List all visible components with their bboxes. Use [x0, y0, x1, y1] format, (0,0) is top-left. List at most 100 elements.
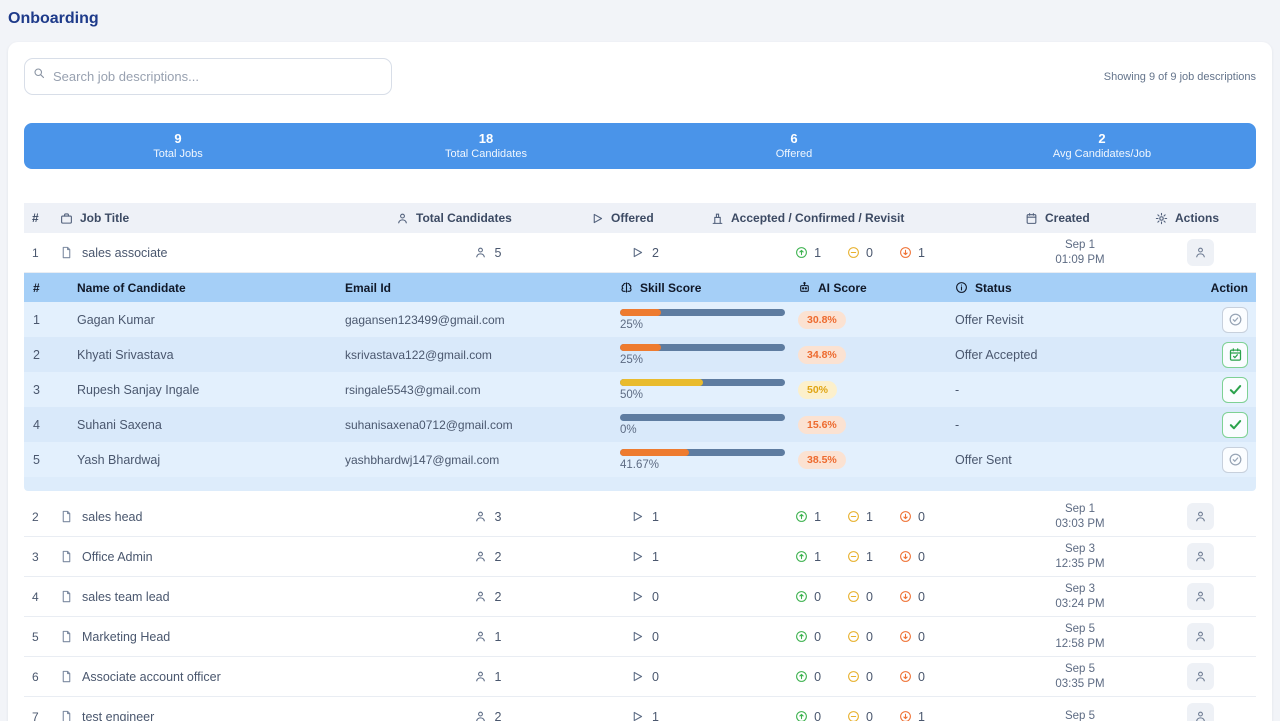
view-candidates-button[interactable] [1187, 543, 1214, 570]
accepted-count: 0 [814, 710, 821, 721]
header-total-candidates-label: Total Candidates [416, 211, 512, 225]
job-acr-cell: 0 0 0 [705, 630, 1015, 644]
minus-circle-icon [847, 510, 860, 523]
candidates-subtable: # Name of Candidate Email Id Skill Score… [24, 273, 1256, 491]
accepted-count-item: 0 [795, 590, 821, 604]
stat-value: 2 [948, 131, 1256, 147]
job-offered-cell: 1 [585, 510, 705, 524]
jobs-table-body: 1 sales associate 5 2 1 0 1 [24, 233, 1256, 721]
approve-button[interactable] [1222, 412, 1248, 438]
send-icon [591, 212, 604, 225]
approve-button[interactable] [1222, 377, 1248, 403]
job-row-num: 4 [24, 590, 54, 604]
send-icon [631, 710, 644, 721]
robot-icon [798, 281, 811, 294]
view-candidates-button[interactable] [1187, 583, 1214, 610]
candidate-email: yashbhardwj147@gmail.com [336, 453, 614, 467]
stat-value: 18 [332, 131, 640, 147]
schedule-button[interactable] [1222, 342, 1248, 368]
person-icon [1194, 590, 1207, 603]
person-icon [396, 212, 409, 225]
stat-cell: 9 Total Jobs [24, 131, 332, 161]
view-candidates-button[interactable] [1187, 663, 1214, 690]
document-icon [60, 710, 73, 721]
results-summary: Showing 9 of 9 job descriptions [1104, 71, 1256, 83]
job-title-label: sales associate [82, 246, 167, 260]
candidate-status: - [946, 383, 1192, 397]
revisit-count-item: 1 [899, 246, 925, 260]
revisit-count-item: 0 [899, 550, 925, 564]
confirmed-count: 0 [866, 630, 873, 644]
candidate-num: 4 [24, 418, 68, 432]
job-row-num: 6 [24, 670, 54, 684]
job-row[interactable]: 1 sales associate 5 2 1 0 1 [24, 233, 1256, 273]
header-num: # [24, 211, 54, 225]
job-row[interactable]: 7 test engineer 2 1 0 0 1 [24, 697, 1256, 721]
cand-header-name: Name of Candidate [68, 281, 336, 295]
confirmed-count-item: 0 [847, 710, 873, 721]
search-icon [33, 67, 45, 79]
arrow-up-circle-icon [795, 590, 808, 603]
job-offered-count: 0 [652, 630, 659, 644]
skill-bar-fill [620, 449, 689, 456]
person-icon [1194, 510, 1207, 523]
ai-score-cell: 38.5% [788, 451, 946, 469]
job-row[interactable]: 2 sales head 3 1 1 1 0 [24, 497, 1256, 537]
candidate-name: Suhani Saxena [68, 418, 336, 432]
view-candidates-button[interactable] [1187, 503, 1214, 530]
document-icon [60, 510, 73, 523]
job-title-label: Office Admin [82, 550, 153, 564]
job-offered-count: 1 [652, 550, 659, 564]
job-row[interactable]: 6 Associate account officer 1 0 0 0 0 [24, 657, 1256, 697]
confirmed-count: 0 [866, 670, 873, 684]
jobs-table: # Job Title Total Candidates Offered Acc… [24, 203, 1256, 721]
job-actions-cell [1145, 543, 1256, 570]
arrow-down-circle-icon [899, 550, 912, 563]
created-date: Sep 1 [1015, 502, 1145, 517]
candidate-status: Offer Accepted [946, 348, 1192, 362]
confirmed-count: 1 [866, 510, 873, 524]
job-row[interactable]: 5 Marketing Head 1 0 0 0 0 [24, 617, 1256, 657]
send-icon [631, 246, 644, 259]
job-row[interactable]: 4 sales team lead 2 0 0 0 0 [24, 577, 1256, 617]
job-acr-cell: 1 0 1 [705, 246, 1015, 260]
stat-cell: 2 Avg Candidates/Job [948, 131, 1256, 161]
send-icon [631, 550, 644, 563]
arrow-down-circle-icon [899, 590, 912, 603]
ai-score-cell: 50% [788, 381, 946, 399]
person-icon [474, 670, 487, 683]
accepted-count-item: 0 [795, 630, 821, 644]
confirmed-count: 1 [866, 550, 873, 564]
skill-score-cell: 0% [614, 414, 788, 436]
job-created-cell: Sep 5 [1015, 709, 1145, 721]
job-title-cell: sales team lead [54, 590, 390, 604]
revisit-count: 1 [918, 246, 925, 260]
document-icon [60, 670, 73, 683]
candidate-row: 4 Suhani Saxena suhanisaxena0712@gmail.c… [24, 407, 1256, 442]
ai-score-cell: 30.8% [788, 311, 946, 329]
header-created-label: Created [1045, 211, 1090, 225]
accepted-count: 1 [814, 246, 821, 260]
arrow-up-circle-icon [795, 670, 808, 683]
document-icon [60, 246, 73, 259]
skill-bar-fill [620, 344, 661, 351]
job-actions-cell [1145, 623, 1256, 650]
offer-status-button[interactable] [1222, 447, 1248, 473]
view-candidates-button[interactable] [1187, 703, 1214, 721]
stat-label: Total Jobs [24, 147, 332, 161]
revisit-count-item: 1 [899, 710, 925, 721]
skill-score-cell: 50% [614, 379, 788, 401]
person-icon [474, 590, 487, 603]
skill-bar-track [620, 414, 785, 421]
accepted-count-item: 1 [795, 246, 821, 260]
skill-score-cell: 25% [614, 344, 788, 366]
view-candidates-button[interactable] [1187, 239, 1214, 266]
offer-status-button[interactable] [1222, 307, 1248, 333]
view-candidates-button[interactable] [1187, 623, 1214, 650]
job-offered-count: 2 [652, 246, 659, 260]
revisit-count: 1 [918, 710, 925, 721]
skill-bar-track [620, 344, 785, 351]
search-input[interactable] [24, 58, 392, 95]
jobs-table-header: # Job Title Total Candidates Offered Acc… [24, 203, 1256, 233]
job-row[interactable]: 3 Office Admin 2 1 1 1 0 [24, 537, 1256, 577]
